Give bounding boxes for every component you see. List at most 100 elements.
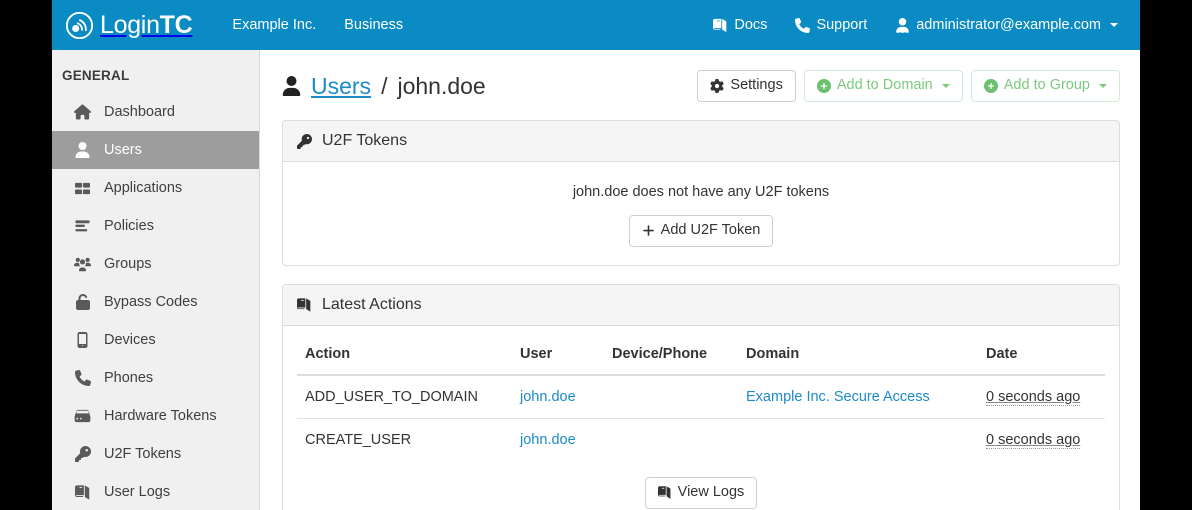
cell-action: ADD_USER_TO_DOMAIN — [305, 388, 478, 405]
home-icon — [74, 104, 91, 120]
latest-actions-panel-title: Latest Actions — [322, 295, 422, 313]
application-window: LoginTC Example Inc. Business Docs Suppo… — [52, 0, 1140, 510]
sidebar-item-groups[interactable]: Groups — [52, 245, 259, 283]
mobile-icon — [74, 332, 91, 348]
sidebar-heading: GENERAL — [62, 68, 130, 83]
latest-actions-panel-header: Latest Actions — [283, 284, 1119, 326]
user-icon — [282, 76, 301, 96]
plus-circle-icon — [983, 79, 998, 93]
plus-icon — [642, 224, 655, 237]
sidebar-item-user-logs[interactable]: User Logs — [52, 473, 259, 510]
table-header: Action User Device/Phone Domain Date — [297, 339, 1105, 376]
column-header-domain: Domain — [738, 339, 978, 376]
th-large-icon — [74, 181, 91, 196]
plus-circle-icon — [816, 79, 831, 93]
nav-link-example-inc[interactable]: Example Inc. — [218, 0, 330, 50]
nav-link-business[interactable]: Business — [330, 0, 417, 50]
page-title: Users / john.doe — [282, 73, 486, 100]
user-icon — [74, 142, 91, 158]
view-logs-row: View Logs — [297, 461, 1105, 510]
add-to-group-button[interactable]: Add to Group — [970, 70, 1120, 102]
cell-user: john.doe — [512, 417, 604, 461]
brand-text-bold: TC — [159, 10, 193, 39]
page-action-buttons: Settings Add to Domain Add to Group — [697, 70, 1120, 102]
cell-date: 0 seconds ago — [978, 417, 1105, 461]
sidebar: GENERAL Dashboard Users Applications Pol… — [52, 50, 260, 510]
list-icon — [74, 219, 91, 234]
sidebar-item-phones[interactable]: Phones — [52, 359, 259, 397]
page-header: Users / john.doe Settings Add to Domain … — [282, 64, 1120, 108]
sidebar-item-applications[interactable]: Applications — [52, 169, 259, 207]
sidebar-item-label: U2F Tokens — [104, 446, 182, 462]
key-icon — [297, 133, 312, 149]
signal-circle-icon — [66, 11, 93, 39]
u2f-tokens-panel-title: U2F Tokens — [322, 132, 408, 149]
sidebar-item-label: Bypass Codes — [104, 294, 198, 310]
sidebar-item-label: Dashboard — [104, 104, 175, 120]
add-to-domain-button-label: Add to Domain — [836, 77, 933, 94]
add-to-group-button-label: Add to Group — [1003, 77, 1090, 94]
nav-link-docs-label: Docs — [734, 17, 768, 33]
book-icon — [297, 298, 312, 312]
view-logs-button-label: View Logs — [677, 483, 745, 500]
u2f-add-button-row: Add U2F Token — [297, 215, 1105, 247]
timeago-value[interactable]: 0 seconds ago — [986, 431, 1081, 449]
breadcrumb-separator: / — [381, 72, 388, 99]
table-header-row: Action User Device/Phone Domain Date — [297, 339, 1105, 376]
sidebar-item-dashboard[interactable]: Dashboard — [52, 93, 259, 131]
latest-actions-table: Action User Device/Phone Domain Date ADD… — [297, 339, 1105, 461]
sidebar-item-label: Users — [104, 142, 142, 158]
latest-actions-panel: Latest Actions Action User Device/Phone … — [282, 283, 1120, 510]
domain-link[interactable]: Example Inc. Secure Access — [746, 389, 930, 405]
column-header-action: Action — [297, 339, 512, 376]
sidebar-item-users[interactable]: Users — [52, 131, 259, 169]
nav-link-business-label: Business — [344, 17, 404, 33]
settings-button[interactable]: Settings — [697, 70, 796, 102]
sidebar-item-policies[interactable]: Policies — [52, 207, 259, 245]
chevron-down-icon — [941, 84, 950, 88]
user-link[interactable]: john.doe — [520, 432, 576, 448]
add-u2f-token-button[interactable]: Add U2F Token — [628, 215, 774, 247]
add-to-domain-button[interactable]: Add to Domain — [803, 70, 963, 102]
sidebar-item-label: Devices — [104, 332, 156, 348]
sidebar-item-hardware-tokens[interactable]: Hardware Tokens — [52, 397, 259, 435]
nav-link-support[interactable]: Support — [781, 0, 881, 50]
u2f-tokens-panel: U2F Tokens john.doe does not have any U2… — [282, 120, 1120, 266]
top-navbar: LoginTC Example Inc. Business Docs Suppo… — [52, 0, 1140, 50]
phone-icon — [74, 370, 91, 386]
breadcrumb-users-link[interactable]: Users — [311, 73, 371, 100]
sidebar-item-label: Policies — [104, 218, 154, 234]
column-header-user: User — [512, 339, 604, 376]
book-icon — [74, 484, 91, 500]
book-icon — [657, 486, 672, 500]
cell-domain — [738, 417, 978, 461]
sidebar-item-bypass-codes[interactable]: Bypass Codes — [52, 283, 259, 321]
table-row: CREATE_USER john.doe 0 seconds ago — [297, 417, 1105, 461]
brand-logo-link[interactable]: LoginTC — [52, 0, 208, 50]
sidebar-item-label: Applications — [104, 180, 183, 196]
nav-link-example-inc-label: Example Inc. — [232, 17, 317, 33]
table-body: ADD_USER_TO_DOMAIN john.doe Example Inc.… — [297, 375, 1105, 461]
users-icon — [74, 257, 91, 272]
u2f-tokens-panel-header: U2F Tokens — [283, 121, 1119, 162]
nav-link-docs[interactable]: Docs — [699, 0, 781, 50]
sidebar-item-label: Hardware Tokens — [104, 408, 217, 424]
user-link[interactable]: john.doe — [520, 389, 576, 405]
chevron-down-icon — [1110, 23, 1118, 27]
cell-domain: Example Inc. Secure Access — [738, 375, 978, 419]
navbar-right-links: Docs Support administrator@example.com — [699, 0, 1140, 50]
settings-button-label: Settings — [730, 77, 783, 94]
cell-action: CREATE_USER — [297, 417, 512, 461]
timeago-value[interactable]: 0 seconds ago — [986, 388, 1081, 406]
table-row: ADD_USER_TO_DOMAIN john.doe Example Inc.… — [297, 375, 1105, 419]
column-header-device-phone: Device/Phone — [604, 339, 738, 376]
page-body: GENERAL Dashboard Users Applications Pol… — [52, 50, 1140, 510]
sidebar-item-label: Groups — [104, 256, 152, 272]
view-logs-button[interactable]: View Logs — [644, 476, 758, 509]
sidebar-item-label: User Logs — [104, 484, 171, 500]
sidebar-item-u2f-tokens[interactable]: U2F Tokens — [52, 435, 259, 473]
sidebar-item-devices[interactable]: Devices — [52, 321, 259, 359]
column-header-date: Date — [978, 339, 1105, 376]
nav-link-account[interactable]: administrator@example.com — [881, 0, 1132, 50]
chevron-down-icon — [1099, 84, 1107, 88]
